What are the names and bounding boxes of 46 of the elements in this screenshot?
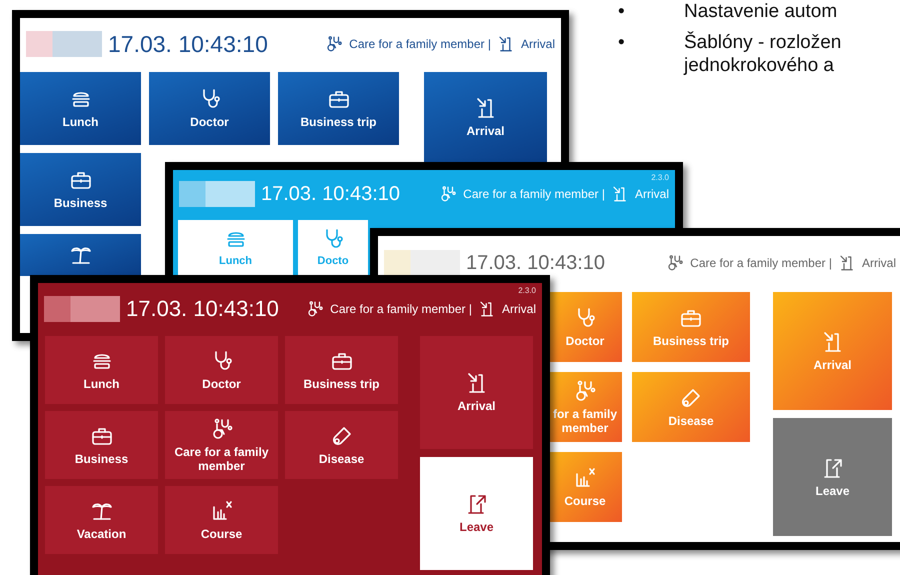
absence-tile[interactable]: Vacation [45, 486, 158, 554]
bullet-mark: • [617, 0, 626, 23]
version-label: 2.3.0 [518, 286, 536, 295]
absence-tile[interactable]: Lunch [20, 72, 141, 145]
arrow-in-icon [610, 185, 629, 203]
bullet-text: Šablóny - rozložen [684, 31, 842, 54]
arrival-button[interactable]: Arrival [420, 336, 533, 449]
arrival-status: Arrival [520, 37, 555, 51]
wheelchair-stethoscope-icon [573, 378, 597, 403]
absence-tile[interactable]: Doctor [165, 336, 278, 404]
absence-tile[interactable]: Business [45, 411, 158, 479]
arrow-in-icon [478, 300, 496, 318]
absence-status: Care for a family member | [463, 187, 605, 201]
wheelchair-stethoscope-icon [439, 185, 458, 203]
absence-tile[interactable]: Lunch [45, 336, 158, 404]
arrival-status: Arrival [862, 256, 896, 270]
version-label: 2.3.0 [651, 173, 669, 182]
bullet-mark: • [617, 31, 626, 55]
leave-button[interactable]: Leave [773, 418, 892, 536]
absence-tile[interactable]: Business [20, 153, 141, 226]
arrival-status: Arrival [502, 302, 536, 316]
date-time: 17.03. 10:43:10 [108, 30, 268, 58]
absence-tile[interactable]: Doctor [149, 72, 270, 145]
absence-status: Care for a family member | [330, 302, 472, 316]
absence-tile[interactable]: Business trip [285, 336, 398, 404]
arrival-status: Arrival [634, 187, 669, 201]
absence-status: Care for a family member | [690, 256, 832, 270]
absence-tile[interactable]: Disease [285, 411, 398, 479]
date-time: 17.03. 10:43:10 [466, 252, 606, 274]
leave-button[interactable]: Leave [420, 457, 533, 570]
date-time: 17.03. 10:43:10 [261, 182, 400, 206]
bullet-text: jednokrokového a [684, 54, 835, 77]
absence-status: Care for a family member | [349, 37, 491, 51]
absence-tile[interactable]: Care for a family member [165, 411, 278, 479]
arrow-in-icon [838, 254, 856, 272]
wheelchair-stethoscope-icon [325, 35, 344, 53]
arrow-in-icon [496, 35, 515, 53]
bullet-text: Nastavenie autom [684, 0, 838, 23]
absence-tile[interactable]: Course [165, 486, 278, 554]
wheelchair-stethoscope-icon [306, 300, 324, 318]
date-time: 17.03. 10:43:10 [126, 296, 279, 322]
bar-chart-icon [573, 466, 597, 490]
wheelchair-stethoscope-icon [666, 254, 684, 272]
arrival-button[interactable]: Arrival [424, 72, 547, 162]
absence-tile[interactable] [20, 234, 141, 276]
absence-tile[interactable]: Business trip [278, 72, 399, 145]
